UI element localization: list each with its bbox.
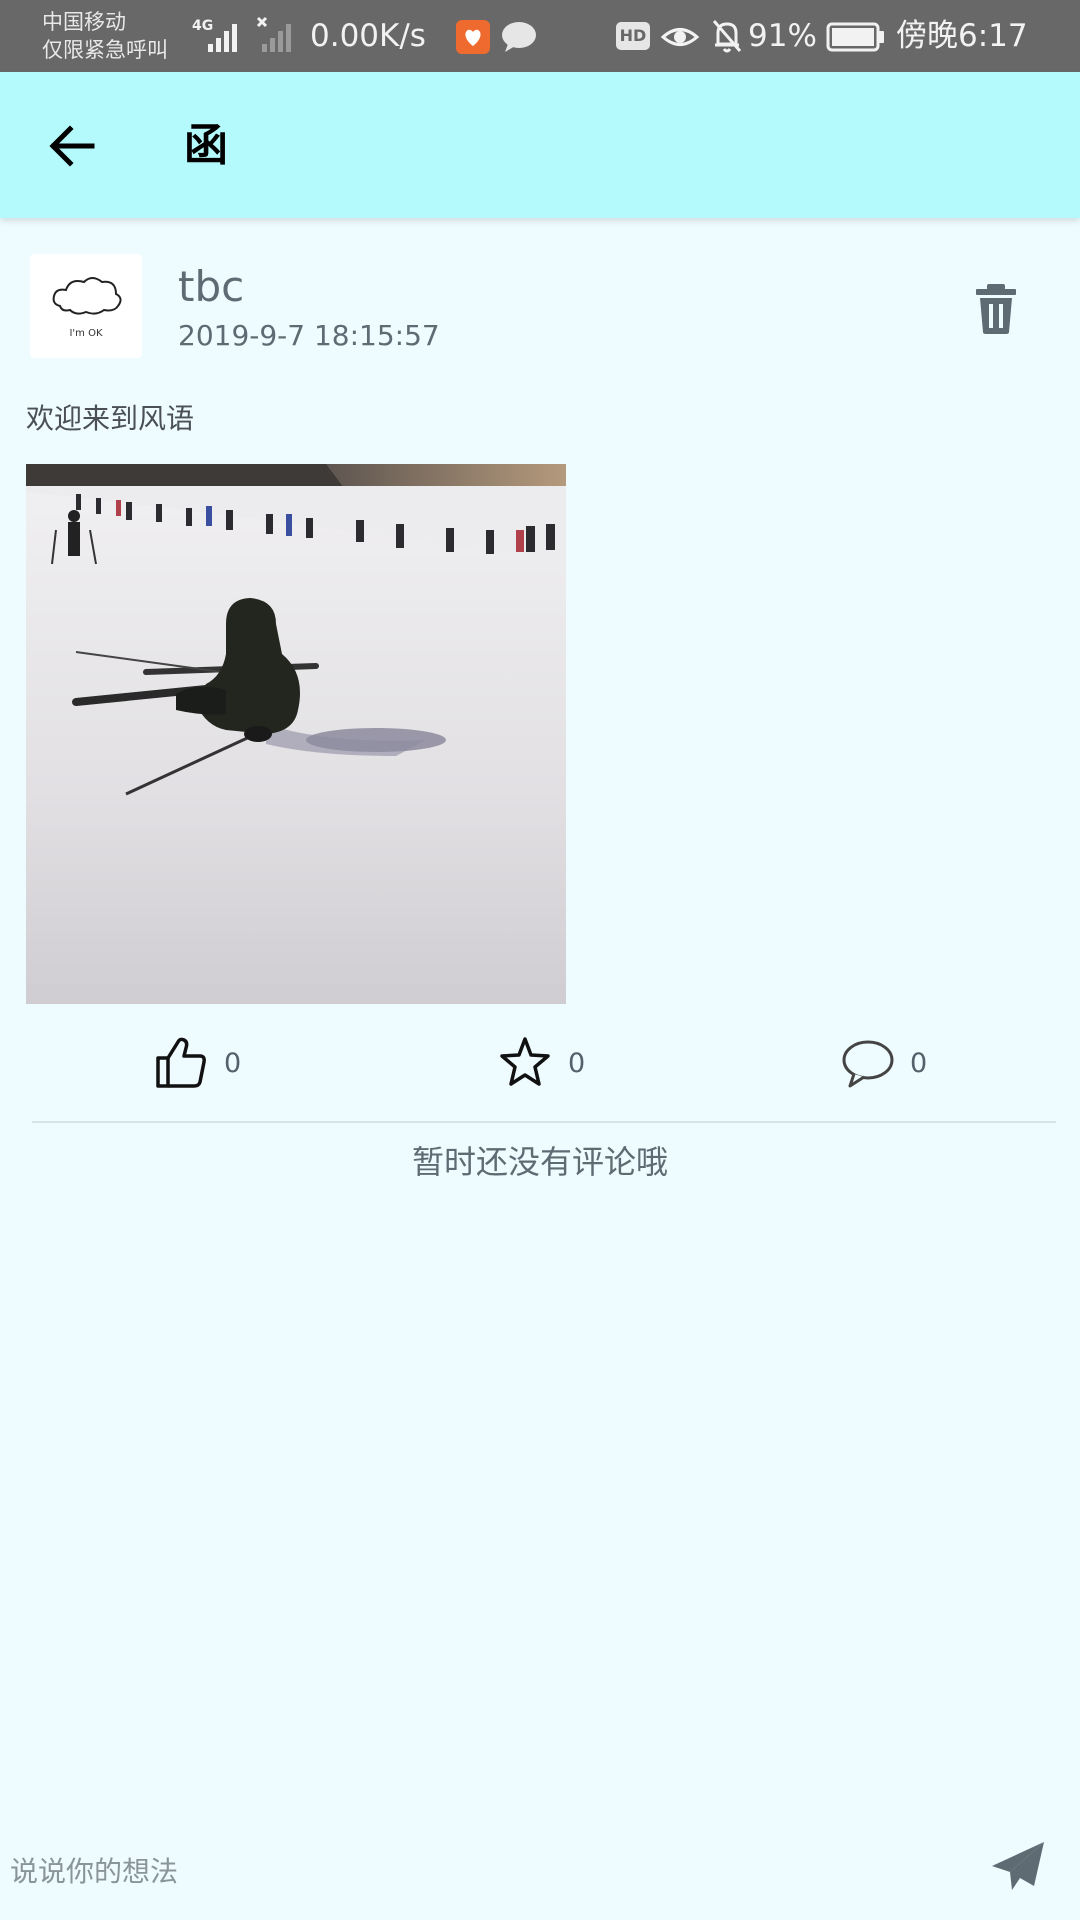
eye-comfort-icon — [660, 28, 700, 46]
hd-badge: HD — [616, 22, 650, 50]
net-speed: 0.00K/s — [310, 18, 426, 54]
comment-bubble-icon — [842, 1040, 894, 1088]
bell-off-icon — [712, 20, 742, 53]
star-icon — [500, 1037, 550, 1086]
post-timestamp: 2019-9-7 18:15:57 — [178, 319, 440, 352]
avatar-caption: I'm OK — [69, 328, 102, 339]
battery-percent: 91% — [748, 18, 817, 54]
back-button[interactable] — [44, 118, 100, 174]
chat-bubble-icon — [502, 22, 536, 52]
carrier-status: 仅限紧急呼叫 — [42, 38, 168, 62]
comment-count: 0 — [910, 1048, 928, 1079]
send-icon — [992, 1842, 1044, 1890]
empty-comments-message: 暂时还没有评论哦 — [411, 1143, 668, 1181]
arrow-left-icon — [49, 125, 95, 167]
post-text: 欢迎来到风语 — [26, 402, 195, 435]
page-title: 函 — [184, 120, 228, 171]
trash-icon — [976, 284, 1016, 334]
thumbs-up-icon — [156, 1037, 206, 1088]
network-type-label: 4G — [192, 18, 213, 34]
app-notification-icon — [456, 20, 490, 54]
carrier-name: 中国移动 — [42, 10, 126, 34]
cloud-avatar-icon: I'm OK — [52, 277, 122, 339]
divider — [32, 1121, 1056, 1123]
send-button[interactable] — [988, 1838, 1048, 1898]
status-clock: 傍晚6:17 — [896, 18, 1028, 54]
like-action[interactable]: 0 — [154, 1034, 241, 1094]
signal-strength-icon: 4G — [192, 18, 237, 52]
favorite-action[interactable]: 0 — [498, 1034, 585, 1094]
avatar[interactable]: I'm OK — [30, 254, 142, 358]
user-name[interactable]: tbc — [178, 262, 244, 312]
status-bar: 中国移动 仅限紧急呼叫 4G 0.00K/s HD 91% 傍晚6:17 — [0, 0, 1080, 72]
no-signal-icon — [256, 16, 291, 52]
comment-action[interactable]: 0 — [840, 1034, 927, 1094]
delete-button[interactable] — [970, 280, 1022, 336]
skier-photo — [26, 464, 566, 1004]
favorite-count: 0 — [568, 1048, 586, 1079]
post-image[interactable] — [26, 464, 566, 1004]
app-toolbar: 函 — [0, 72, 1080, 218]
carrier-info: 中国移动 仅限紧急呼叫 — [42, 8, 168, 64]
battery-icon — [826, 22, 884, 52]
comment-input[interactable] — [10, 1846, 940, 1896]
like-count: 0 — [224, 1048, 242, 1079]
